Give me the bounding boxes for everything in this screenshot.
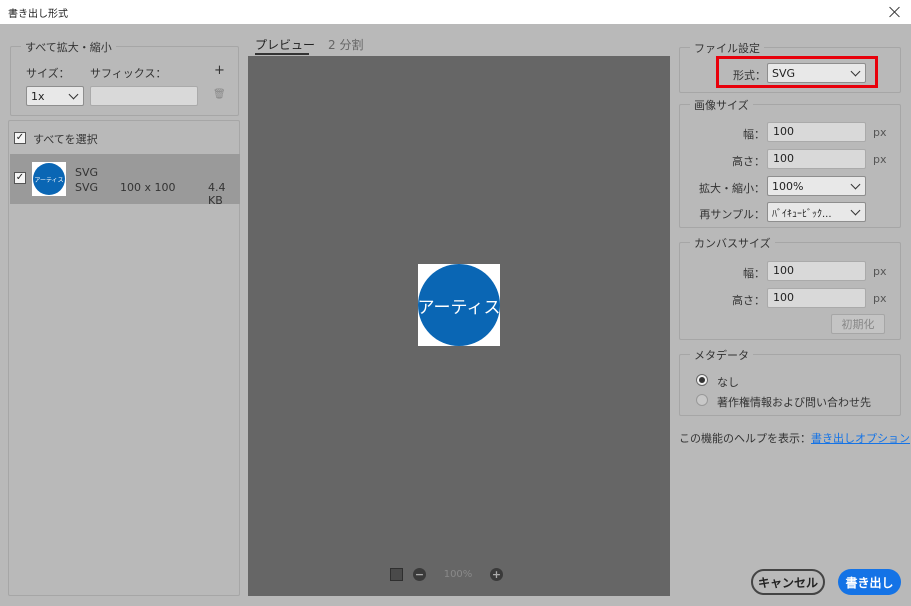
zoom-level: 100% xyxy=(443,569,473,580)
canvas-width-input[interactable]: 100 xyxy=(767,261,866,281)
size-select-value: 1x xyxy=(31,89,45,103)
add-scale-icon[interactable]: + xyxy=(214,63,225,78)
tab-split[interactable]: 2 分割 xyxy=(328,36,363,53)
select-all-checkbox[interactable]: ✓ xyxy=(14,132,26,144)
metadata-copyright-radio[interactable] xyxy=(696,394,708,406)
item-checkbox[interactable]: ✓ xyxy=(14,172,26,184)
preview-image: アーティス xyxy=(418,264,500,346)
asset-dimensions: 100 x 100 xyxy=(120,181,176,194)
suffix-label: サフィックス： xyxy=(90,67,167,80)
trash-icon[interactable]: 🗑 xyxy=(213,89,226,100)
asset-thumbnail: アーティス xyxy=(32,162,66,196)
scale-all-legend: すべて拡大・縮小 xyxy=(21,39,116,55)
highlight-box xyxy=(716,56,878,88)
tab-underline xyxy=(255,53,309,55)
canvas-height-unit: px xyxy=(873,292,887,305)
image-width-label: 幅： xyxy=(743,128,765,141)
canvas-width-unit: px xyxy=(873,265,887,278)
reset-button[interactable]: 初期化 xyxy=(831,314,885,334)
size-select[interactable]: 1x xyxy=(26,86,84,106)
export-button[interactable]: 書き出し xyxy=(838,569,901,595)
zoom-bar: − 100% + xyxy=(390,568,503,581)
metadata-copyright-label: 著作権情報および問い合わせ先 xyxy=(717,396,871,409)
scale-select-value: 100% xyxy=(772,179,804,193)
resample-select-value: ﾊﾞｲｷｭｰﾋﾞｯｸ... xyxy=(772,208,832,220)
scale-label: 拡大・縮小： xyxy=(699,182,765,195)
preview-circle: アーティス xyxy=(418,264,500,346)
suffix-input[interactable] xyxy=(90,86,198,106)
thumbnail-circle: アーティス xyxy=(33,163,65,195)
preview-area: アーティス − 100% + xyxy=(248,56,670,596)
zoom-in-icon[interactable]: + xyxy=(490,568,503,581)
list-item[interactable]: ✓ アーティス SVG SVG 100 x 100 4.4 KB xyxy=(10,154,240,207)
help-line: この機能のヘルプを表示：書き出しオプション xyxy=(679,430,910,446)
resample-label: 再サンプル： xyxy=(699,208,765,221)
scale-all-group: すべて拡大・縮小 サイズ： サフィックス： + 1x 🗑 xyxy=(10,39,239,116)
cancel-button[interactable]: キャンセル xyxy=(751,569,825,595)
size-label: サイズ： xyxy=(26,67,70,80)
image-size-legend: 画像サイズ xyxy=(690,97,753,113)
asset-format: SVG xyxy=(75,181,99,194)
canvas-height-label: 高さ： xyxy=(732,294,765,307)
fit-screen-icon[interactable] xyxy=(390,568,403,581)
asset-list: ✓ すべてを選択 ✓ アーティス SVG SVG 100 x 100 4.4 K… xyxy=(8,120,240,596)
image-height-label: 高さ： xyxy=(732,155,765,168)
zoom-out-icon[interactable]: − xyxy=(413,568,426,581)
asset-name: SVG xyxy=(75,166,99,179)
canvas-size-legend: カンバスサイズ xyxy=(690,235,775,251)
select-all-label: すべてを選択 xyxy=(33,133,98,146)
file-settings-legend: ファイル設定 xyxy=(690,40,764,56)
metadata-group: メタデータ なし 著作権情報および問い合わせ先 xyxy=(679,347,901,416)
canvas-width-label: 幅： xyxy=(743,267,765,280)
canvas-height-input[interactable]: 100 xyxy=(767,288,866,308)
window-title: 書き出し形式 xyxy=(8,8,68,20)
resample-select[interactable]: ﾊﾞｲｷｭｰﾋﾞｯｸ... xyxy=(767,202,866,222)
title-bar: 書き出し形式 xyxy=(0,0,911,24)
chevron-down-icon xyxy=(850,179,861,189)
image-width-input[interactable]: 100 xyxy=(767,122,866,142)
metadata-none-radio[interactable] xyxy=(696,374,708,386)
metadata-none-label: なし xyxy=(717,376,739,389)
asset-size: 4.4 KB xyxy=(208,181,226,207)
chevron-down-icon xyxy=(68,89,79,99)
image-size-group: 画像サイズ 幅： 100 px 高さ： 100 px 拡大・縮小： 100% 再… xyxy=(679,97,901,228)
tab-preview[interactable]: プレビュー xyxy=(255,36,315,53)
image-width-unit: px xyxy=(873,126,887,139)
image-height-input[interactable]: 100 xyxy=(767,149,866,169)
scale-select[interactable]: 100% xyxy=(767,176,866,196)
metadata-legend: メタデータ xyxy=(690,347,753,363)
image-height-unit: px xyxy=(873,153,887,166)
help-text: この機能のヘルプを表示： xyxy=(679,432,811,445)
close-icon[interactable] xyxy=(887,4,903,20)
help-link[interactable]: 書き出しオプション xyxy=(811,432,910,445)
chevron-down-icon xyxy=(850,205,861,215)
